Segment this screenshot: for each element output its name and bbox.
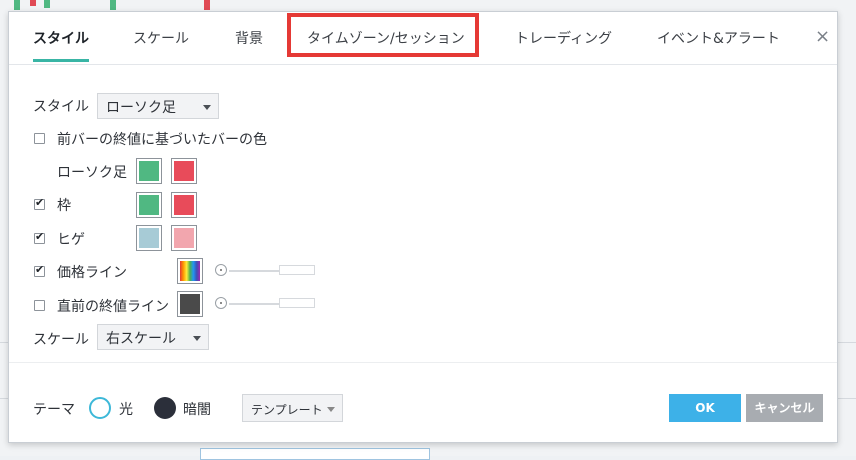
cancel-button[interactable]: キャンセル bbox=[746, 394, 823, 422]
color-fill bbox=[139, 161, 159, 181]
chevron-down-icon bbox=[203, 105, 211, 110]
scale-label: スケール bbox=[33, 332, 89, 348]
color-fill bbox=[139, 228, 159, 248]
bg-candle bbox=[14, 0, 20, 10]
chevron-down-icon bbox=[327, 407, 335, 412]
slider-knob[interactable] bbox=[215, 264, 227, 276]
check-icon: ✔ bbox=[35, 263, 45, 276]
prev-close-line-checkbox[interactable] bbox=[34, 300, 45, 311]
scale-select[interactable]: 右スケール bbox=[97, 324, 209, 350]
tab-events-alerts[interactable]: イベント&アラート bbox=[657, 28, 780, 48]
color-fill bbox=[174, 195, 194, 215]
border-up-color-swatch[interactable] bbox=[136, 192, 162, 218]
wick-checkbox[interactable]: ✔ bbox=[34, 230, 45, 244]
color-fill bbox=[174, 228, 194, 248]
check-icon: ✔ bbox=[35, 196, 45, 209]
color-fill bbox=[174, 161, 194, 181]
template-dropdown[interactable]: テンプレート bbox=[242, 394, 343, 422]
rainbow-fill bbox=[180, 261, 200, 281]
chevron-down-icon bbox=[193, 336, 201, 341]
bg-candle bbox=[44, 0, 50, 8]
check-icon: ✔ bbox=[35, 230, 45, 243]
chart-properties-dialog: スタイル スケール 背景 タイムゾーン/セッション トレーディング イベント&ア… bbox=[8, 11, 838, 443]
prev-bar-color-checkbox[interactable] bbox=[34, 133, 45, 144]
theme-label: テーマ bbox=[33, 402, 75, 418]
border-checkbox[interactable]: ✔ bbox=[34, 196, 45, 210]
slider-knob[interactable] bbox=[215, 297, 227, 309]
bg-candle bbox=[204, 0, 210, 10]
wick-up-color-swatch[interactable] bbox=[136, 225, 162, 251]
close-icon[interactable]: × bbox=[815, 26, 830, 47]
prev-bar-color-label: 前バーの終値に基づいたバーの色 bbox=[57, 132, 267, 148]
bg-candle bbox=[30, 0, 36, 6]
price-line-checkbox[interactable]: ✔ bbox=[34, 263, 45, 277]
price-line-label: 価格ライン bbox=[57, 265, 127, 281]
prev-close-line-width-slider[interactable] bbox=[215, 297, 325, 310]
slider-track-box bbox=[279, 298, 315, 308]
tab-scale[interactable]: スケール bbox=[133, 28, 189, 48]
candles-up-color-swatch[interactable] bbox=[136, 158, 162, 184]
bg-panel bbox=[200, 448, 430, 460]
footer-divider bbox=[9, 362, 837, 363]
theme-dark-radio[interactable] bbox=[154, 397, 176, 419]
tab-trading[interactable]: トレーディング bbox=[515, 28, 612, 48]
tab-background[interactable]: 背景 bbox=[235, 28, 263, 48]
style-label: スタイル bbox=[33, 99, 89, 115]
prev-close-line-color-swatch[interactable] bbox=[177, 291, 203, 317]
bg-candle bbox=[110, 0, 116, 10]
theme-dark-label: 暗闇 bbox=[183, 402, 211, 418]
border-label: 枠 bbox=[57, 198, 71, 214]
style-select[interactable]: ローソク足 bbox=[97, 93, 219, 119]
price-line-width-slider[interactable] bbox=[215, 264, 325, 277]
candles-label: ローソク足 bbox=[57, 165, 127, 181]
style-select-value: ローソク足 bbox=[106, 100, 176, 116]
theme-light-label: 光 bbox=[119, 402, 133, 418]
tab-style[interactable]: スタイル bbox=[33, 28, 89, 48]
slider-track-box bbox=[279, 265, 315, 275]
theme-light-radio[interactable] bbox=[89, 397, 111, 419]
color-fill bbox=[139, 195, 159, 215]
tab-bar: スタイル スケール 背景 タイムゾーン/セッション トレーディング イベント&ア… bbox=[9, 12, 837, 65]
wick-down-color-swatch[interactable] bbox=[171, 225, 197, 251]
scale-select-value: 右スケール bbox=[106, 331, 176, 347]
ok-button[interactable]: OK bbox=[669, 394, 741, 422]
active-tab-indicator bbox=[33, 59, 89, 62]
price-line-color-swatch[interactable] bbox=[177, 258, 203, 284]
template-dropdown-label: テンプレート bbox=[251, 403, 323, 417]
prev-close-line-label: 直前の終値ライン bbox=[57, 299, 169, 315]
wick-label: ヒゲ bbox=[57, 232, 85, 248]
color-fill bbox=[180, 294, 200, 314]
highlight-box bbox=[287, 13, 479, 57]
border-down-color-swatch[interactable] bbox=[171, 192, 197, 218]
candles-down-color-swatch[interactable] bbox=[171, 158, 197, 184]
